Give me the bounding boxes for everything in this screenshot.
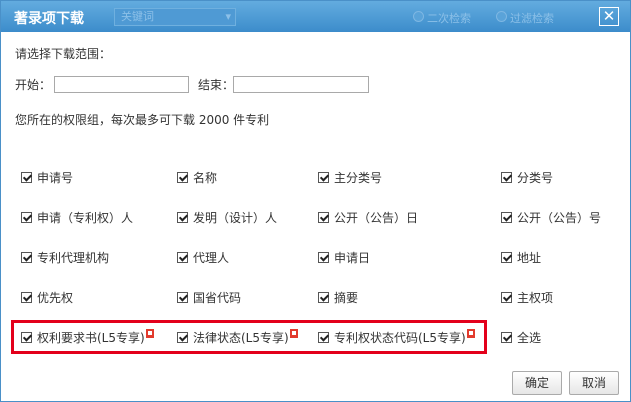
premium-flag-icon xyxy=(289,328,298,338)
checkbox[interactable] xyxy=(177,251,188,263)
field-label: 申请日 xyxy=(334,250,371,265)
dialog-title-bar[interactable]: 著录项下载 关键词 ▾ 二次检索 过滤检索 ✕ xyxy=(1,1,630,32)
field-label: 名称 xyxy=(193,170,218,185)
field-classification[interactable]: 分类号 xyxy=(501,168,553,186)
cancel-button[interactable]: 取消 xyxy=(569,371,619,395)
field-province-code[interactable]: 国省代码 xyxy=(177,288,241,306)
checkbox[interactable] xyxy=(177,291,188,303)
checkbox[interactable] xyxy=(21,291,32,303)
checkbox[interactable] xyxy=(21,211,32,223)
dialog-title: 著录项下载 xyxy=(14,11,84,27)
field-priority[interactable]: 优先权 xyxy=(21,288,73,306)
background-radio-filter xyxy=(496,11,507,22)
end-label: 结束： xyxy=(198,78,235,92)
background-radio-filter-label: 过滤检索 xyxy=(510,12,554,25)
field-patent-agency[interactable]: 专利代理机构 xyxy=(21,248,109,266)
checkbox[interactable] xyxy=(318,171,329,183)
checkbox[interactable] xyxy=(501,331,512,343)
checkbox[interactable] xyxy=(318,331,329,343)
field-label: 摘要 xyxy=(334,290,359,305)
field-label: 专利代理机构 xyxy=(37,250,110,265)
background-search-type-select: 关键词 ▾ xyxy=(114,8,236,26)
checkbox[interactable] xyxy=(501,211,512,223)
field-label: 主分类号 xyxy=(334,170,383,185)
checkbox[interactable] xyxy=(318,211,329,223)
field-label: 专利权状态代码(L5专享) xyxy=(334,330,466,345)
field-abstract[interactable]: 摘要 xyxy=(318,288,358,306)
field-main-classification[interactable]: 主分类号 xyxy=(318,168,382,186)
checkbox[interactable] xyxy=(501,291,512,303)
background-select-value: 关键词 xyxy=(121,10,154,23)
checkbox[interactable] xyxy=(177,171,188,183)
field-label: 法律状态(L5专享) xyxy=(193,330,289,345)
field-application-number[interactable]: 申请号 xyxy=(21,168,73,186)
field-label: 公开（公告）号 xyxy=(517,210,602,225)
field-inventor[interactable]: 发明（设计）人 xyxy=(177,208,277,226)
select-all[interactable]: 全选 xyxy=(501,328,541,346)
checkbox[interactable] xyxy=(177,331,188,343)
end-input[interactable] xyxy=(233,76,369,93)
ok-button[interactable]: 确定 xyxy=(512,371,562,395)
checkbox[interactable] xyxy=(501,251,512,263)
close-icon: ✕ xyxy=(602,7,616,25)
start-input[interactable] xyxy=(54,76,189,93)
field-label: 申请号 xyxy=(37,170,74,185)
range-prompt: 请选择下载范围： xyxy=(15,47,112,61)
field-application-date[interactable]: 申请日 xyxy=(318,248,370,266)
download-dialog: 著录项下载 关键词 ▾ 二次检索 过滤检索 ✕ 请选择下载范围： 开始： 结束：… xyxy=(0,0,631,402)
background-radio-secondary xyxy=(413,11,424,22)
field-label: 主权项 xyxy=(517,290,554,305)
background-radio-secondary-label: 二次检索 xyxy=(427,12,471,25)
start-label: 开始： xyxy=(15,78,52,92)
checkbox[interactable] xyxy=(21,171,32,183)
checkbox[interactable] xyxy=(177,211,188,223)
checkbox[interactable] xyxy=(21,331,32,343)
field-label: 代理人 xyxy=(193,250,230,265)
field-agent[interactable]: 代理人 xyxy=(177,248,229,266)
field-label: 地址 xyxy=(517,250,542,265)
field-applicant[interactable]: 申请（专利权）人 xyxy=(21,208,133,226)
field-label: 权利要求书(L5专享) xyxy=(37,330,145,345)
checkbox[interactable] xyxy=(21,251,32,263)
premium-flag-icon xyxy=(145,328,154,338)
download-limit-note: 您所在的权限组，每次最多可下载 2000 件专利 xyxy=(15,113,270,127)
field-patent-status-code[interactable]: 专利权状态代码(L5专享) xyxy=(318,328,475,346)
field-claims[interactable]: 权利要求书(L5专享) xyxy=(21,328,154,346)
field-main-claim[interactable]: 主权项 xyxy=(501,288,553,306)
field-label: 分类号 xyxy=(517,170,554,185)
field-publication-number[interactable]: 公开（公告）号 xyxy=(501,208,601,226)
chevron-down-icon: ▾ xyxy=(225,10,231,23)
field-label: 公开（公告）日 xyxy=(334,210,419,225)
field-label: 全选 xyxy=(517,330,542,345)
close-button[interactable]: ✕ xyxy=(599,7,619,26)
field-title[interactable]: 名称 xyxy=(177,168,217,186)
checkbox[interactable] xyxy=(318,291,329,303)
field-label: 发明（设计）人 xyxy=(193,210,278,225)
field-label: 申请（专利权）人 xyxy=(37,210,134,225)
field-publication-date[interactable]: 公开（公告）日 xyxy=(318,208,418,226)
field-label: 国省代码 xyxy=(193,290,242,305)
premium-flag-icon xyxy=(466,328,475,338)
field-label: 优先权 xyxy=(37,290,74,305)
field-address[interactable]: 地址 xyxy=(501,248,541,266)
field-legal-status[interactable]: 法律状态(L5专享) xyxy=(177,328,298,346)
checkbox[interactable] xyxy=(318,251,329,263)
checkbox[interactable] xyxy=(501,171,512,183)
